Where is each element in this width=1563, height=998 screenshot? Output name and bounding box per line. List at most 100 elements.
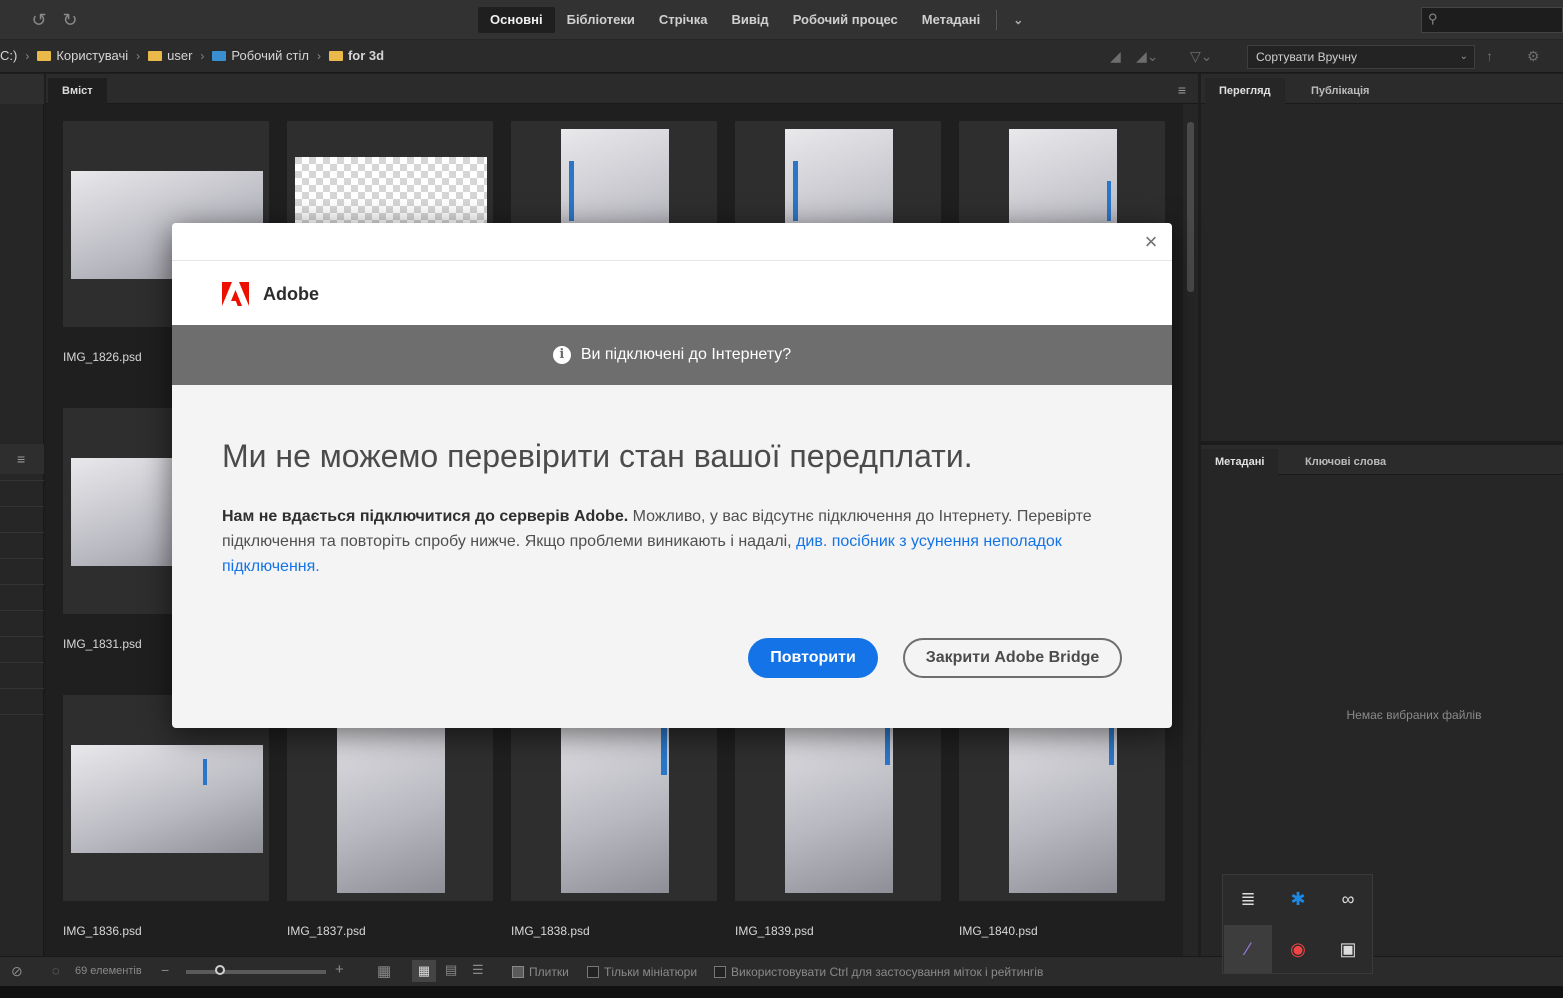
breadcrumb-drive[interactable]: C:) — [0, 48, 17, 63]
content-panel-header: Вміст ≡ — [46, 74, 1198, 104]
subscription-check-dialog: × Adobe i Ви підключені до Інтернету? Ми… — [172, 223, 1172, 728]
chevron-down-icon: ⌄ — [1459, 51, 1468, 62]
retry-button[interactable]: Повторити — [748, 638, 878, 678]
panel-menu-icon[interactable]: ≡ — [1178, 82, 1186, 98]
thumbs-only-label: Тільки мініатюри — [604, 965, 698, 979]
panel-menu-icon[interactable]: ≡ — [17, 451, 25, 467]
workspace-divider — [996, 10, 998, 30]
thumbnail-image — [1009, 703, 1117, 893]
tab-keywords[interactable]: Ключові слова — [1291, 449, 1400, 475]
workspace-tab-filmstrip[interactable]: Стрічка — [647, 7, 720, 33]
breadcrumb-for-3d[interactable]: for 3d — [328, 48, 384, 63]
thumbnail-detail — [1107, 181, 1111, 221]
network-drive-icon[interactable]: ▣ — [1324, 925, 1372, 973]
breadcrumb-label: Робочий стіл — [231, 48, 309, 63]
ctrl-hint-checkbox[interactable]: Використовувати Ctrl для застосування мі… — [714, 965, 1043, 979]
desktop-folder-icon — [212, 50, 227, 61]
tab-preview[interactable]: Перегляд — [1205, 78, 1285, 104]
chevron-right-icon: › — [200, 48, 205, 63]
rating-filter-icon[interactable]: ◢⌄ — [1136, 48, 1159, 65]
left-panel-row — [0, 480, 44, 481]
breadcrumb-label: Користувачі — [56, 48, 129, 63]
workspace-tab-essentials[interactable]: Основні — [478, 7, 555, 33]
tab-publish[interactable]: Публікація — [1297, 78, 1383, 104]
media-cast-icon[interactable]: ≣ — [1224, 875, 1272, 923]
breadcrumb-user[interactable]: user — [148, 48, 192, 63]
loading-spinner-icon: ◌ — [52, 963, 60, 978]
tab-content[interactable]: Вміст — [48, 78, 107, 104]
left-panel-row — [0, 688, 44, 689]
slider-handle[interactable] — [215, 965, 225, 975]
cancel-icon[interactable]: ⊘ — [11, 963, 23, 980]
file-name[interactable]: IMG_1826.psd — [63, 350, 142, 364]
scrollbar-thumb[interactable] — [1187, 122, 1194, 292]
file-name[interactable]: IMG_1840.psd — [959, 924, 1038, 938]
tiles-label: Плитки — [529, 965, 569, 979]
thumbnail-detail — [569, 161, 574, 221]
thumbnail-image — [337, 703, 445, 893]
content-scrollbar[interactable] — [1183, 104, 1198, 956]
thumbnail-size-slider[interactable] — [186, 970, 326, 974]
tab-metadata[interactable]: Метадані — [1201, 449, 1279, 475]
breadcrumb-desktop[interactable]: Робочий стіл — [212, 48, 309, 63]
sort-select[interactable]: Сортувати Вручну ⌄ — [1247, 45, 1475, 69]
chevron-right-icon: › — [25, 48, 30, 63]
file-name[interactable]: IMG_1837.psd — [287, 924, 366, 938]
left-panel-row — [0, 532, 44, 533]
close-bridge-button[interactable]: Закрити Adobe Bridge — [903, 638, 1122, 678]
workspace-tab-output[interactable]: Вивід — [719, 7, 780, 33]
zoom-in-icon[interactable]: + — [335, 961, 344, 978]
thumbs-only-checkbox[interactable]: Тільки мініатюри — [587, 965, 697, 979]
file-name[interactable]: IMG_1839.psd — [735, 924, 814, 938]
list-view-icon[interactable]: ☰ — [472, 962, 484, 978]
feather-pen-icon[interactable]: ∕ — [1224, 925, 1272, 973]
workspace-tab-libraries[interactable]: Бібліотеки — [555, 7, 647, 33]
metadata-panel-header: Метадані Ключові слова — [1201, 445, 1563, 475]
open-recent-icon[interactable]: ⚙ — [1527, 48, 1540, 65]
file-name[interactable]: IMG_1838.psd — [511, 924, 590, 938]
chrome-icon[interactable]: ◉ — [1274, 925, 1322, 973]
workspace-tab-workflow[interactable]: Робочий процес — [781, 7, 910, 33]
taskbar-strip — [0, 986, 1563, 998]
chevron-right-icon: › — [136, 48, 141, 63]
filter-icon[interactable]: ▽⌄ — [1190, 48, 1213, 65]
breadcrumb-label: user — [167, 48, 193, 63]
top-bar: ↺ ↻ Основні Бібліотеки Стрічка Вивід Роб… — [0, 0, 1563, 40]
details-view-icon[interactable]: ▤ — [445, 962, 457, 978]
checkbox-checked — [512, 966, 524, 978]
thumbnail-detail — [203, 759, 207, 785]
breadcrumb-users[interactable]: Користувачі — [37, 48, 128, 63]
tiles-checkbox[interactable]: Плитки — [512, 965, 569, 979]
ctrl-hint-label: Використовувати Ctrl для застосування мі… — [731, 965, 1044, 979]
bluetooth-icon[interactable]: ✱ — [1274, 875, 1322, 923]
chevron-right-icon: › — [316, 48, 321, 63]
workspace-more-chevron-down-icon[interactable]: ⌄ — [1001, 7, 1035, 33]
search-input[interactable]: ⚲ — [1421, 7, 1563, 33]
left-panel-row — [0, 610, 44, 611]
sort-ascending-icon[interactable]: ↑ — [1486, 48, 1493, 64]
redo-icon[interactable]: ↻ — [60, 10, 80, 30]
left-panel-header-2: ≡ — [0, 444, 44, 474]
system-tray-overflow: ≣ ✱ ∞ ∕ ◉ ▣ — [1222, 874, 1373, 974]
grid-lock-icon[interactable]: ▦ — [377, 962, 391, 980]
checkbox — [714, 966, 726, 978]
folder-icon — [148, 50, 163, 61]
quality-icon[interactable]: ◢ — [1110, 48, 1121, 65]
dialog-divider — [172, 260, 1172, 261]
search-icon: ⚲ — [1428, 11, 1438, 26]
dialog-message: Нам не вдається підключитися до серверів… — [222, 504, 1102, 579]
workspace-tab-metadata[interactable]: Метадані — [910, 7, 992, 33]
thumbnail-view-icon[interactable]: ▦ — [412, 960, 436, 982]
thumbnail-image — [295, 157, 487, 227]
info-icon: i — [552, 346, 571, 364]
creative-cloud-icon[interactable]: ∞ — [1324, 875, 1372, 923]
close-icon[interactable]: × — [1140, 231, 1162, 253]
file-name[interactable]: IMG_1836.psd — [63, 924, 142, 938]
zoom-out-icon[interactable]: − — [161, 962, 169, 978]
folder-icon — [37, 50, 52, 61]
right-panel: Перегляд Публікація Метадані Ключові сло… — [1201, 74, 1563, 956]
left-panel-row — [0, 584, 44, 585]
undo-icon[interactable]: ↺ — [29, 10, 49, 30]
left-panel-row — [0, 662, 44, 663]
file-name[interactable]: IMG_1831.psd — [63, 637, 142, 651]
